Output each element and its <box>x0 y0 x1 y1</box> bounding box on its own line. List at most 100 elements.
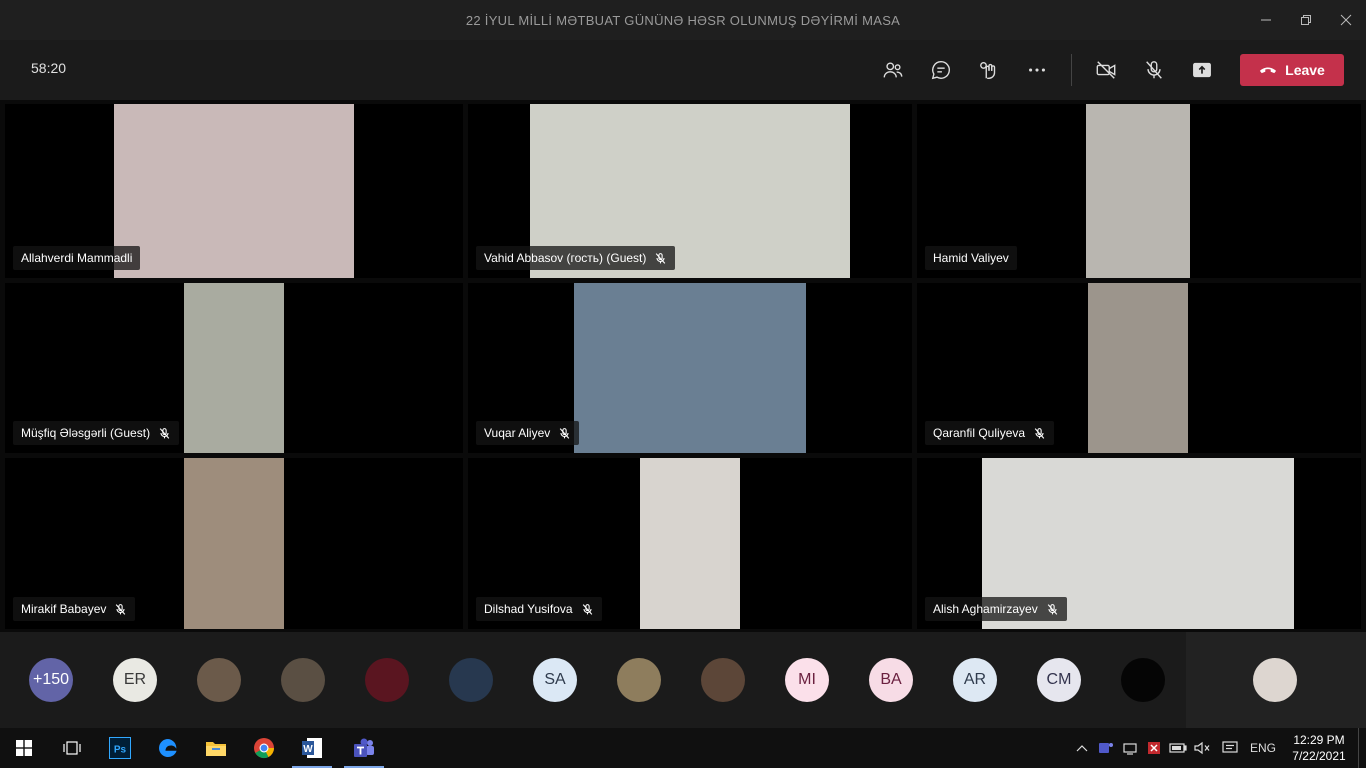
windows-taskbar: Ps W ENG 12:29 PM 7/22/2021 <box>0 728 1366 768</box>
teams-tray-icon[interactable] <box>1094 728 1118 768</box>
leave-label: Leave <box>1285 62 1325 78</box>
mic-muted-icon <box>159 427 170 439</box>
video-grid: Allahverdi Mammadli Vahid Abbasov (гость… <box>5 104 1361 629</box>
participant-name-tag: Dilshad Yusifova <box>476 597 602 621</box>
avatar[interactable] <box>1121 658 1165 702</box>
mic-muted-icon <box>1034 427 1045 439</box>
participant-video <box>640 458 740 629</box>
participant-name: Alish Aghamirzayev <box>933 602 1038 616</box>
volume-muted-icon[interactable] <box>1190 728 1214 768</box>
share-icon[interactable] <box>1178 53 1226 87</box>
avatar-label: AR <box>963 671 987 688</box>
avatar[interactable]: SA <box>533 658 577 702</box>
participant-name-tag: Müşfiq Ələsgərli (Guest) <box>13 421 180 445</box>
avatar[interactable] <box>701 658 745 702</box>
mic-muted-icon <box>582 603 592 615</box>
photoshop-icon[interactable]: Ps <box>96 728 144 768</box>
network-device-icon[interactable] <box>1118 728 1142 768</box>
show-desktop-button[interactable] <box>1358 728 1366 768</box>
avatar[interactable] <box>281 658 325 702</box>
participant-tile[interactable]: Hamid Valiyev <box>917 104 1361 278</box>
mic-muted-icon <box>560 427 570 439</box>
chat-icon[interactable] <box>917 53 965 87</box>
minimize-icon[interactable] <box>1246 0 1286 40</box>
chevron-up-icon[interactable] <box>1070 728 1094 768</box>
more-icon[interactable] <box>1013 53 1061 87</box>
close-icon[interactable] <box>1326 0 1366 40</box>
edge-icon[interactable] <box>144 728 192 768</box>
avatar[interactable] <box>197 658 241 702</box>
window-title: 22 İYUL MİLLİ MƏTBUAT GÜNÜNƏ HƏSR OLUNMU… <box>465 12 901 28</box>
participant-tile[interactable]: Dilshad Yusifova <box>468 458 912 629</box>
avatar-label: SA <box>544 671 566 688</box>
mic-off-icon[interactable] <box>1130 53 1178 87</box>
word-label: W <box>303 744 313 755</box>
window-titlebar: 22 İYUL MİLLİ MƏTBUAT GÜNÜNƏ HƏSR OLUNMU… <box>0 0 1366 40</box>
security-tray-icon[interactable] <box>1142 728 1166 768</box>
leave-button[interactable]: Leave <box>1240 54 1344 86</box>
participant-video <box>184 458 284 629</box>
avatar[interactable] <box>365 658 409 702</box>
teams-icon[interactable] <box>340 728 388 768</box>
avatar-label: BA <box>880 671 902 688</box>
participant-video <box>1088 283 1188 453</box>
mic-muted-icon <box>116 603 126 615</box>
participant-name-tag: Mirakif Babayev <box>13 597 136 621</box>
avatar[interactable]: AR <box>953 658 997 702</box>
reactions-icon[interactable] <box>965 53 1013 87</box>
participant-video <box>1086 104 1190 278</box>
task-view-icon[interactable] <box>48 728 96 768</box>
meeting-controls: Leave <box>869 53 1344 87</box>
avatar[interactable]: CM <box>1037 658 1081 702</box>
participant-tile[interactable]: Vuqar Aliyev <box>468 283 912 453</box>
participant-name: Hamid Valiyev <box>933 251 1009 265</box>
participant-video <box>184 283 284 453</box>
avatar-label: ER <box>123 671 147 688</box>
word-icon[interactable]: W <box>288 728 336 768</box>
mic-muted-icon <box>656 252 666 264</box>
participant-name: Dilshad Yusifova <box>484 602 573 616</box>
participant-tile[interactable]: Allahverdi Mammadli <box>5 104 463 278</box>
avatar[interactable]: ER <box>113 658 157 702</box>
participant-tile[interactable]: Alish Aghamirzayev <box>917 458 1361 629</box>
battery-icon[interactable] <box>1166 728 1190 768</box>
avatar[interactable]: MI <box>785 658 829 702</box>
restore-icon[interactable] <box>1286 0 1326 40</box>
participant-name: Mirakif Babayev <box>21 602 107 616</box>
meeting-toolbar: 58:20 Leave <box>0 40 1366 100</box>
windows-start-icon[interactable] <box>0 728 48 768</box>
participant-name-tag: Alish Aghamirzayev <box>925 597 1067 621</box>
participant-strip: +150 ER SA MI BA AR CM <box>0 632 1366 728</box>
avatar-label: MI <box>798 671 816 688</box>
participants-icon[interactable] <box>869 53 917 87</box>
participant-tile[interactable]: Müşfiq Ələsgərli (Guest) <box>5 283 463 453</box>
chrome-icon[interactable] <box>240 728 288 768</box>
participant-name-tag: Allahverdi Mammadli <box>13 246 141 270</box>
participant-name: Qaranfil Quliyeva <box>933 426 1026 440</box>
language-indicator[interactable]: ENG <box>1246 728 1280 768</box>
self-view[interactable] <box>1186 632 1366 728</box>
avatar-label: CM <box>1046 671 1072 688</box>
file-explorer-icon[interactable] <box>192 728 240 768</box>
system-clock[interactable]: 12:29 PM 7/22/2021 <box>1280 732 1358 764</box>
camera-off-icon[interactable] <box>1082 53 1130 87</box>
notification-icon[interactable] <box>1214 728 1246 768</box>
phone-hangup-icon <box>1260 67 1277 74</box>
meeting-timer: 58:20 <box>31 60 67 76</box>
photoshop-label: Ps <box>114 745 127 756</box>
participant-name-tag: Vuqar Aliyev <box>476 421 580 445</box>
avatar[interactable]: BA <box>869 658 913 702</box>
participant-video <box>114 104 354 278</box>
overflow-participants-badge[interactable]: +150 <box>29 658 73 702</box>
participant-tile[interactable]: Vahid Abbasov (гость) (Guest) <box>468 104 912 278</box>
participant-name: Vuqar Aliyev <box>484 426 551 440</box>
avatar[interactable] <box>449 658 493 702</box>
participant-name-tag: Qaranfil Quliyeva <box>925 421 1055 445</box>
clock-time: 12:29 PM <box>1293 733 1345 747</box>
avatar-label: +150 <box>32 671 70 688</box>
avatar[interactable] <box>617 658 661 702</box>
self-avatar <box>1253 658 1297 702</box>
participant-name: Allahverdi Mammadli <box>21 251 133 265</box>
participant-tile[interactable]: Mirakif Babayev <box>5 458 463 629</box>
participant-tile[interactable]: Qaranfil Quliyeva <box>917 283 1361 453</box>
